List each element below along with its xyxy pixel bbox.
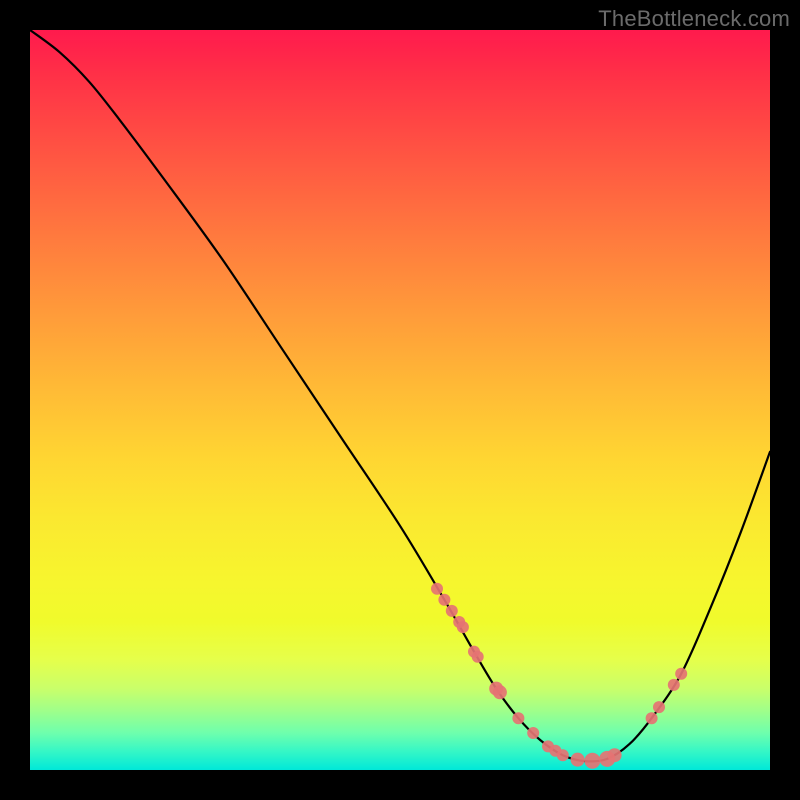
marker-point	[646, 712, 658, 724]
marker-point	[584, 753, 600, 769]
marker-point	[493, 685, 507, 699]
marker-point	[431, 583, 443, 595]
marker-point	[571, 753, 585, 767]
marker-point	[653, 701, 665, 713]
marker-point	[527, 727, 539, 739]
bottleneck-curve	[30, 30, 770, 761]
watermark-text: TheBottleneck.com	[598, 6, 790, 32]
marker-point	[457, 621, 469, 633]
marker-point	[675, 668, 687, 680]
plot-svg	[30, 30, 770, 770]
marker-point	[438, 594, 450, 606]
marker-point	[512, 712, 524, 724]
marker-point	[472, 651, 484, 663]
marker-group	[431, 583, 687, 769]
marker-point	[668, 679, 680, 691]
marker-point	[557, 749, 569, 761]
marker-point	[608, 748, 622, 762]
marker-point	[446, 605, 458, 617]
